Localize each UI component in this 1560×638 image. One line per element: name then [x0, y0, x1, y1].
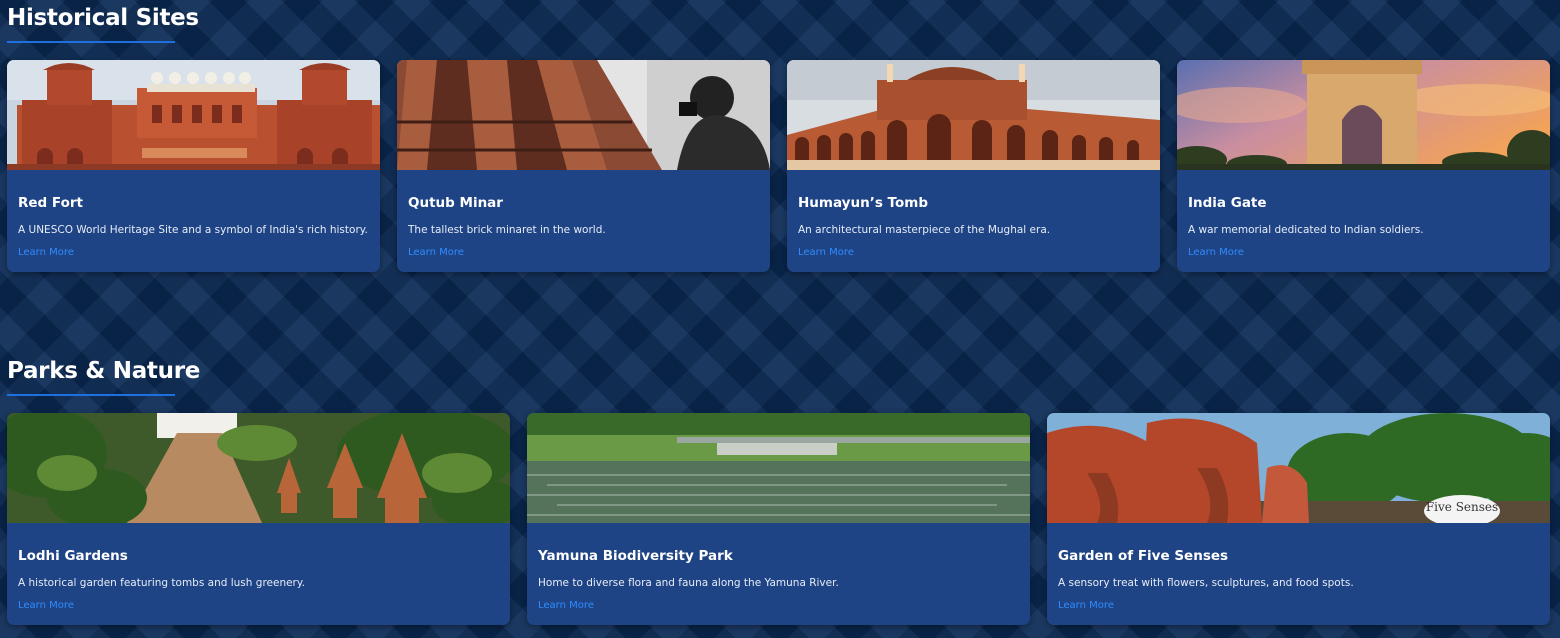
card-india-gate[interactable]: India Gate A war memorial dedicated to I…: [1177, 60, 1550, 272]
garden-of-five-senses-image: Five Senses: [1047, 413, 1550, 523]
humayuns-tomb-image: [787, 60, 1160, 170]
card-red-fort[interactable]: Red Fort A UNESCO World Heritage Site an…: [7, 60, 380, 272]
card-description: The tallest brick minaret in the world.: [408, 224, 606, 236]
card-description: Home to diverse flora and fauna along th…: [538, 577, 839, 589]
learn-more-link[interactable]: Learn More: [1058, 600, 1114, 611]
card-description: A UNESCO World Heritage Site and a symbo…: [18, 224, 368, 236]
section-title-underline: [7, 394, 175, 396]
learn-more-link[interactable]: Learn More: [1188, 247, 1244, 258]
qutub-minar-image: [397, 60, 770, 170]
section-title-historical-sites: Historical Sites: [7, 5, 199, 31]
card-garden-of-five-senses[interactable]: Five Senses Garden of Five Senses A sens…: [1047, 413, 1550, 625]
card-title: Lodhi Gardens: [18, 548, 128, 564]
card-qutub-minar[interactable]: Qutub Minar The tallest brick minaret in…: [397, 60, 770, 272]
card-yamuna-biodiversity-park[interactable]: Yamuna Biodiversity Park Home to diverse…: [527, 413, 1030, 625]
learn-more-link[interactable]: Learn More: [538, 600, 594, 611]
red-fort-image: [7, 60, 380, 170]
section-title-underline: [7, 41, 175, 43]
yamuna-biodiversity-park-image: [527, 413, 1030, 523]
lodhi-gardens-image: [7, 413, 510, 523]
learn-more-link[interactable]: Learn More: [18, 600, 74, 611]
card-title: Yamuna Biodiversity Park: [538, 548, 733, 564]
card-title: Garden of Five Senses: [1058, 548, 1229, 564]
card-title: Red Fort: [18, 195, 83, 211]
card-description: A war memorial dedicated to Indian soldi…: [1188, 224, 1424, 236]
learn-more-link[interactable]: Learn More: [798, 247, 854, 258]
card-description: A historical garden featuring tombs and …: [18, 577, 305, 589]
section-title-parks-nature: Parks & Nature: [7, 358, 201, 384]
learn-more-link[interactable]: Learn More: [18, 247, 74, 258]
card-description: A sensory treat with flowers, sculptures…: [1058, 577, 1354, 589]
india-gate-image: [1177, 60, 1550, 170]
learn-more-link[interactable]: Learn More: [408, 247, 464, 258]
card-humayuns-tomb[interactable]: Humayun’s Tomb An architectural masterpi…: [787, 60, 1160, 272]
five-senses-sign-text: Five Senses: [1426, 500, 1498, 514]
card-description: An architectural masterpiece of the Mugh…: [798, 224, 1051, 236]
card-title: India Gate: [1188, 195, 1267, 211]
card-title: Qutub Minar: [408, 195, 503, 211]
card-title: Humayun’s Tomb: [798, 195, 928, 211]
card-lodhi-gardens[interactable]: Lodhi Gardens A historical garden featur…: [7, 413, 510, 625]
